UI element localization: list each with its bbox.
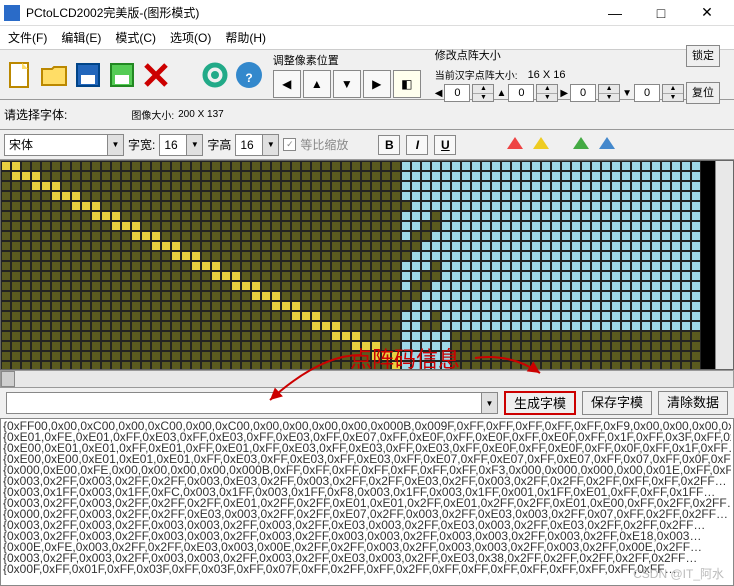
num-left[interactable]: 0 bbox=[444, 84, 470, 102]
maximize-button[interactable]: □ bbox=[638, 0, 684, 26]
menu-file[interactable]: 文件(F) bbox=[8, 29, 47, 46]
color-tool-2[interactable] bbox=[530, 134, 552, 156]
menu-help[interactable]: 帮助(H) bbox=[225, 29, 266, 46]
move-left-button[interactable]: ◀ bbox=[273, 70, 301, 98]
svg-text:?: ? bbox=[245, 71, 252, 85]
matrix-size-label: 16 X 16 bbox=[528, 69, 566, 81]
pixel-pos-panel: 调整像素位置 ◀ ▲ ▼ ▶ ◧ bbox=[267, 50, 427, 100]
generate-button[interactable]: 生成字模 bbox=[504, 391, 576, 415]
color-tool-4[interactable] bbox=[596, 134, 618, 156]
settings-gear-icon[interactable] bbox=[199, 57, 231, 93]
text-input-combo[interactable]: ▼ bbox=[6, 392, 498, 414]
toolbar-main: ? 调整像素位置 ◀ ▲ ▼ ▶ ◧ 修改点阵大小 锁定 当前汉字点阵大小: 1… bbox=[0, 50, 734, 100]
save-icon[interactable] bbox=[72, 57, 104, 93]
char-width-combo[interactable]: 16▼ bbox=[159, 134, 203, 156]
action-row: ▼ 生成字模 保存字模 清除数据 bbox=[0, 388, 734, 418]
clear-data-button[interactable]: 清除数据 bbox=[658, 391, 728, 415]
move-right-button[interactable]: ▶ bbox=[363, 70, 391, 98]
watermark: CSDN @IT_阿水 bbox=[633, 565, 724, 582]
window-title: PCtoLCD2002完美版-(图形模式) bbox=[26, 4, 592, 21]
pixel-canvas[interactable] bbox=[0, 160, 734, 370]
titlebar: PCtoLCD2002完美版-(图形模式) — □ ✕ bbox=[0, 0, 734, 26]
proportional-check[interactable]: ✓等比缩放 bbox=[283, 136, 348, 153]
color-tool-1[interactable] bbox=[504, 134, 526, 156]
menu-edit[interactable]: 编辑(E) bbox=[61, 29, 101, 46]
save-disk-icon[interactable] bbox=[106, 57, 138, 93]
menu-mode[interactable]: 模式(C) bbox=[115, 29, 156, 46]
vscrollbar[interactable] bbox=[715, 161, 733, 369]
bold-button[interactable]: B bbox=[378, 135, 400, 155]
move-down-button[interactable]: ▼ bbox=[333, 70, 361, 98]
italic-button[interactable]: I bbox=[406, 135, 428, 155]
hscrollbar[interactable] bbox=[0, 370, 734, 388]
save-font-button[interactable]: 保存字模 bbox=[582, 391, 652, 415]
color-tool-3[interactable] bbox=[570, 134, 592, 156]
num-down[interactable]: 0 bbox=[634, 84, 660, 102]
num-up[interactable]: 0 bbox=[508, 84, 534, 102]
toolbar-font2: 宋体▼ 字宽: 16▼ 字高 16▼ ✓等比缩放 B I U bbox=[0, 130, 734, 160]
minimize-button[interactable]: — bbox=[592, 0, 638, 26]
hex-output[interactable]: {0xFF00,0x00,0xC00,0x00,0xC00,0x00,0xC00… bbox=[0, 418, 734, 586]
move-up-button[interactable]: ▲ bbox=[303, 70, 331, 98]
menu-options[interactable]: 选项(O) bbox=[170, 29, 211, 46]
rotate-button[interactable]: ◧ bbox=[393, 70, 421, 98]
app-icon bbox=[4, 5, 20, 21]
lock-button[interactable]: 锁定 bbox=[686, 45, 720, 67]
underline-button[interactable]: U bbox=[434, 135, 456, 155]
close-button[interactable]: ✕ bbox=[684, 0, 730, 26]
char-height-combo[interactable]: 16▼ bbox=[235, 134, 279, 156]
matrix-size-panel: 修改点阵大小 锁定 当前汉字点阵大小: 16 X 16 ◀0▲▼ ▲0▲▼ ▶0… bbox=[429, 43, 730, 106]
font-combo[interactable]: 宋体▼ bbox=[4, 134, 124, 156]
reset-button[interactable]: 复位 bbox=[686, 82, 720, 104]
num-right[interactable]: 0 bbox=[570, 84, 596, 102]
delete-icon[interactable] bbox=[140, 57, 172, 93]
help-icon[interactable]: ? bbox=[233, 57, 265, 93]
new-doc-icon[interactable] bbox=[4, 57, 36, 93]
open-icon[interactable] bbox=[38, 57, 70, 93]
